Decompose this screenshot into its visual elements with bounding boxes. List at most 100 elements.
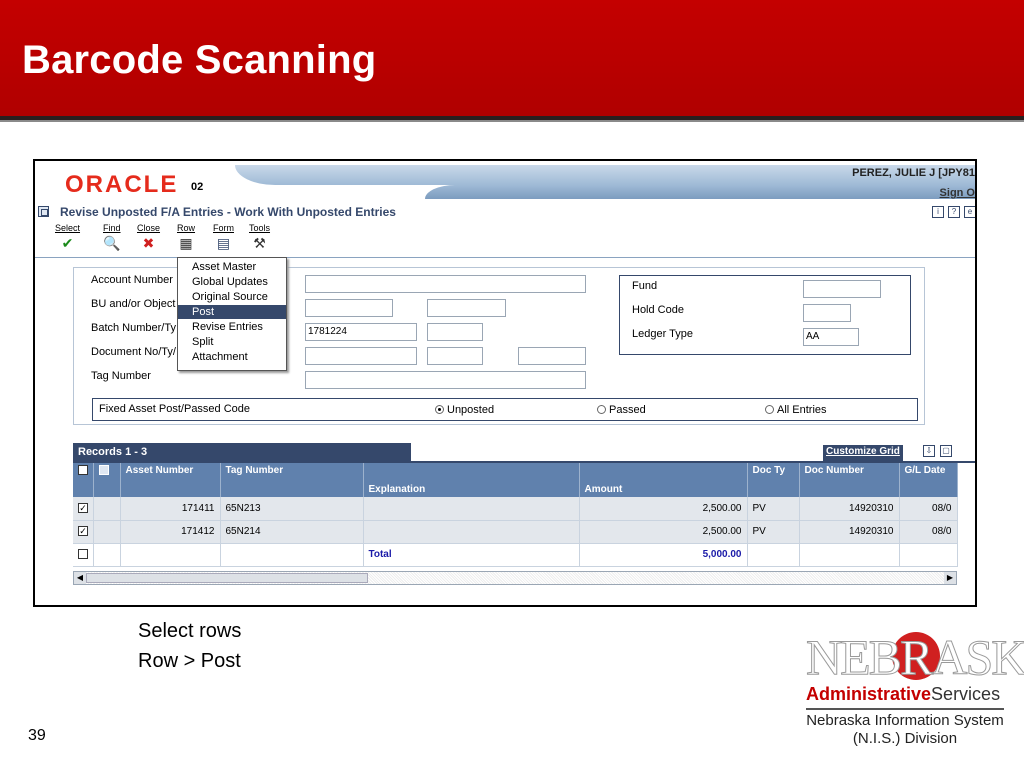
row-menu-item-global-updates[interactable]: Global Updates <box>178 275 286 289</box>
scroll-thumb[interactable] <box>86 573 368 583</box>
toolbar-select-button[interactable]: Select ✔ <box>55 223 80 251</box>
attachment-header <box>93 463 121 497</box>
document-number-input[interactable] <box>305 347 417 365</box>
logo-admin-word: Administrative <box>806 684 932 704</box>
logo-admin-text: AdministrativeServices <box>806 684 1000 705</box>
instruction-line: Select rows <box>138 620 242 642</box>
col-tag-number[interactable]: Tag Number <box>220 463 364 497</box>
nebraska-admin-services-logo: NEBRASKA AdministrativeServices Nebraska… <box>804 628 1024 752</box>
total-empty-cell <box>899 543 958 567</box>
logo-divider <box>806 708 1004 710</box>
document-label: Document No/Ty/ <box>91 346 176 358</box>
sign-out-link[interactable]: Sign O <box>940 187 975 199</box>
col-doc-ty[interactable]: Doc Ty <box>747 463 800 497</box>
post-code-label: Fixed Asset Post/Passed Code <box>99 403 251 415</box>
toolbar-row-button[interactable]: Row ▦ <box>177 223 195 251</box>
gl-date-cell: 08/0 <box>899 497 958 521</box>
table-row[interactable]: ✓ 171412 65N214 2,500.00 PV 14920310 08/… <box>73 520 958 544</box>
scroll-right-icon[interactable]: ▶ <box>944 572 956 584</box>
row-menu-item-split[interactable]: Split <box>178 335 286 349</box>
radio-unposted[interactable]: Unposted <box>435 404 494 416</box>
row-checkbox-cell[interactable]: ✓ <box>73 497 94 521</box>
row-checkbox[interactable]: ✓ <box>78 526 88 537</box>
logo-services-word: Services <box>931 684 1001 704</box>
export-icon[interactable]: e <box>964 206 975 218</box>
oracle-banner: ORACLE 02 PEREZ, JULIE J [JPY81 Sign O <box>35 161 975 203</box>
doc-ty-cell: PV <box>747 497 800 521</box>
gl-date-cell: 08/0 <box>899 520 958 544</box>
grid-export-icon[interactable]: ⇩ <box>923 445 935 457</box>
select-all-checkbox[interactable] <box>78 465 88 476</box>
table-row[interactable]: ✓ 171411 65N213 2,500.00 PV 14920310 08/… <box>73 497 958 521</box>
col-explanation[interactable]: Explanation <box>363 463 580 497</box>
radio-all-entries[interactable]: All Entries <box>765 404 827 416</box>
records-header: Records 1 - 3 <box>73 443 411 461</box>
grid-header-row: Asset Number Tag Number Explanation Amou… <box>73 463 958 497</box>
document-company-input[interactable] <box>518 347 586 365</box>
oracle-version: 02 <box>191 181 204 193</box>
row-menu-item-original-source[interactable]: Original Source <box>178 290 286 304</box>
col-asset-number[interactable]: Asset Number <box>120 463 221 497</box>
row-menu-item-revise-entries[interactable]: Revise Entries <box>178 320 286 334</box>
slide-title: Barcode Scanning <box>22 38 377 82</box>
fund-input[interactable] <box>803 280 881 298</box>
toolbar-form-button[interactable]: Form ▤ <box>213 223 234 251</box>
total-empty-cell <box>120 543 221 567</box>
ledger-type-input[interactable]: AA <box>803 328 859 346</box>
toolbar: Select ✔ Find 🔍 Close ✖ Row ▦ Form ▤ Tools ⚒ <box>35 223 975 259</box>
toolbar-label: Row <box>177 223 196 233</box>
bu-input[interactable] <box>305 299 393 317</box>
info-icon[interactable]: i <box>932 206 944 218</box>
doc-number-cell: 14920310 <box>799 520 900 544</box>
total-row-checkbox[interactable] <box>78 549 88 560</box>
ledger-type-label: Ledger Type <box>632 328 693 340</box>
account-number-input[interactable] <box>305 275 586 293</box>
records-grid: Asset Number Tag Number Explanation Amou… <box>73 463 958 567</box>
row-attachment-cell <box>93 497 121 521</box>
help-icon[interactable]: ? <box>948 206 960 218</box>
slide-header: Barcode Scanning <box>0 0 1024 116</box>
batch-number-input[interactable]: 1781224 <box>305 323 417 341</box>
logo-nebraska-text: NEBRASKA <box>805 629 1024 686</box>
document-type-input[interactable] <box>427 347 483 365</box>
hold-code-input[interactable] <box>803 304 851 322</box>
window-icon[interactable] <box>38 206 49 217</box>
object-input[interactable] <box>427 299 506 317</box>
row-menu: Asset Master Global Updates Original Sourc… <box>177 257 287 371</box>
scroll-left-icon[interactable]: ◀ <box>74 572 86 584</box>
row-menu-item-attachment[interactable]: Attachment <box>178 350 286 364</box>
page-number: 39 <box>28 727 46 744</box>
horizontal-scrollbar[interactable]: ◀ ▶ <box>73 571 957 585</box>
toolbar-tools-button[interactable]: Tools ⚒ <box>249 223 270 251</box>
doc-number-cell: 14920310 <box>799 497 900 521</box>
fund-group: Fund Hold Code Ledger Type AA <box>619 275 911 355</box>
customize-grid-link[interactable]: Customize Grid <box>823 445 903 461</box>
grid-maximize-icon[interactable]: ▢ <box>940 445 952 457</box>
row-checkbox[interactable]: ✓ <box>78 503 88 514</box>
radio-passed[interactable]: Passed <box>597 404 646 416</box>
tag-number-cell: 65N214 <box>220 520 364 544</box>
logo-nis-line: Nebraska Information System <box>806 712 1004 729</box>
asset-number-cell: 171411 <box>120 497 221 521</box>
tag-number-input[interactable] <box>305 371 586 389</box>
row-menu-item-asset-master[interactable]: Asset Master <box>178 260 286 274</box>
total-checkbox-cell[interactable] <box>73 543 94 567</box>
select-all-header[interactable] <box>73 463 94 497</box>
user-name: PEREZ, JULIE J [JPY81 <box>852 167 975 179</box>
col-gl-date[interactable]: G/L Date <box>899 463 958 497</box>
amount-cell: 2,500.00 <box>579 497 748 521</box>
close-icon: ✖ <box>142 235 155 251</box>
instruction-line: Row > Post <box>138 650 241 672</box>
col-amount[interactable]: Amount <box>579 463 748 497</box>
total-empty-cell <box>93 543 121 567</box>
row-menu-item-post[interactable]: Post <box>178 305 286 319</box>
toolbar-close-button[interactable]: Close ✖ <box>137 223 160 251</box>
col-doc-number[interactable]: Doc Number <box>799 463 900 497</box>
row-icon: ▦ <box>179 235 193 251</box>
row-checkbox-cell[interactable]: ✓ <box>73 520 94 544</box>
batch-type-input[interactable] <box>427 323 483 341</box>
tag-number-cell: 65N213 <box>220 497 364 521</box>
toolbar-label: Find <box>103 223 121 233</box>
fund-label: Fund <box>632 280 658 292</box>
toolbar-find-button[interactable]: Find 🔍 <box>103 223 121 251</box>
